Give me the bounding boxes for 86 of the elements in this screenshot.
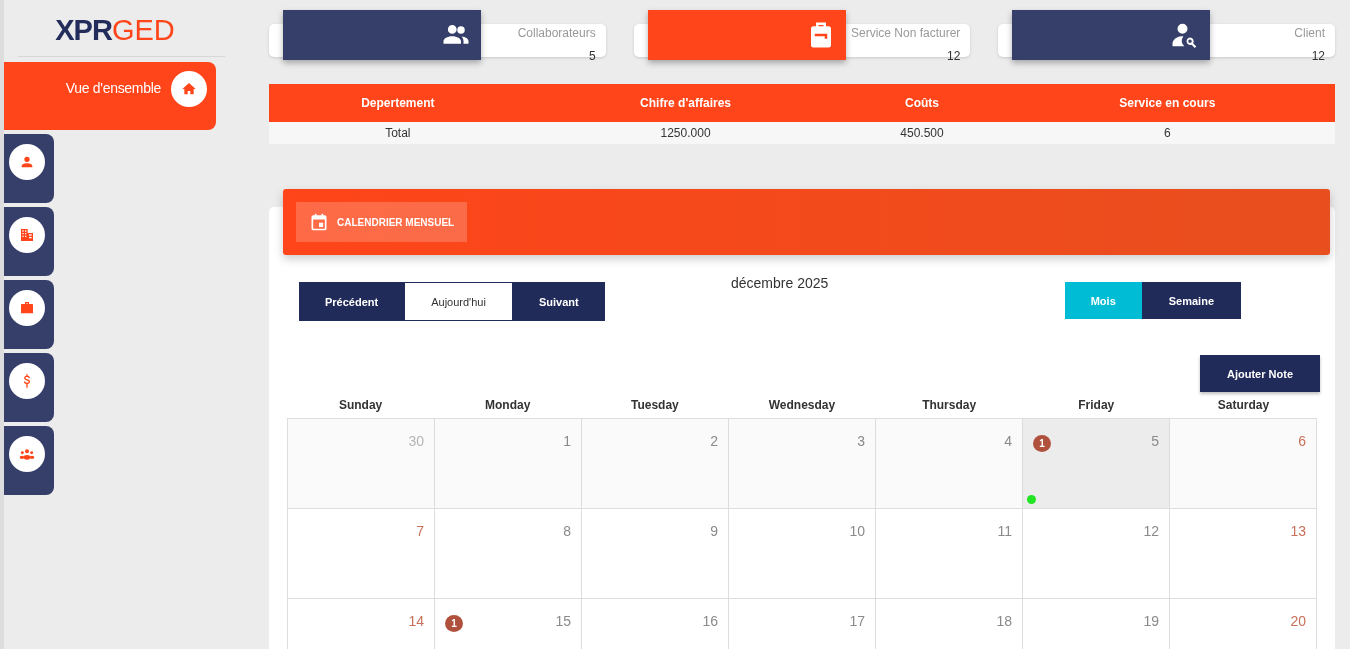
calendar-icon — [309, 212, 329, 232]
table-cell: 6 — [999, 122, 1335, 144]
calendar-day[interactable]: 30 — [288, 419, 435, 509]
day-number: 30 — [408, 433, 424, 451]
weekday-label: Thursday — [921, 398, 978, 414]
table-cell: 450.500 — [844, 122, 1000, 144]
day-number: 10 — [849, 523, 865, 541]
calendar-day[interactable]: 7 — [288, 509, 435, 599]
calendar-nav-button[interactable]: Aujourd'hui — [404, 282, 513, 321]
calendar-title: CALENDRIER MENSUEL — [296, 202, 468, 242]
day-number: 3 — [857, 433, 865, 451]
sidebar-item[interactable]: Vue d'ensemble — [4, 62, 216, 130]
stat-value: 12 — [1311, 49, 1325, 63]
calendar-day[interactable]: 6 — [1170, 419, 1317, 509]
day-number: 13 — [1290, 523, 1306, 541]
calendar-day[interactable]: 1 5 — [1023, 419, 1170, 509]
day-number: 12 — [1143, 523, 1159, 541]
calendar-day[interactable]: 11 — [876, 509, 1023, 599]
calendar-day[interactable]: 13 — [1170, 509, 1317, 599]
day-number: 16 — [702, 613, 718, 631]
day-number: 9 — [710, 523, 718, 541]
calendar-day[interactable]: 14 — [288, 599, 435, 649]
day-number: 14 — [408, 613, 424, 631]
calendar-day[interactable]: 3 — [729, 419, 876, 509]
person-icon — [19, 154, 35, 170]
weekday-label: Tuesday — [629, 398, 680, 414]
month-label: décembre 2025 — [731, 275, 829, 291]
stat-value: 12 — [947, 49, 961, 63]
stat-label: Client — [1294, 26, 1325, 40]
day-number: 4 — [1004, 433, 1012, 451]
event-count-badge: 1 — [1033, 435, 1051, 452]
table-cell: Total — [269, 122, 527, 144]
day-number: 17 — [849, 613, 865, 631]
calendar-day[interactable]: 9 — [582, 509, 729, 599]
day-number: 18 — [996, 613, 1012, 631]
calendar-day[interactable]: 17 — [729, 599, 876, 649]
calendar-day[interactable]: 12 — [1023, 509, 1170, 599]
stat-label: Collaborateurs — [517, 26, 596, 40]
calendar-day[interactable]: 1 15 — [435, 599, 582, 649]
day-number: 8 — [563, 523, 571, 541]
calendar-nav-button[interactable]: Précédent — [299, 282, 405, 321]
briefcase-icon — [19, 300, 35, 316]
day-number: 7 — [416, 523, 424, 541]
day-number: 20 — [1290, 613, 1306, 631]
column-header: Chifre d'affaires — [526, 84, 845, 122]
day-number: 19 — [1143, 613, 1159, 631]
sidebar-item[interactable] — [4, 280, 54, 349]
calendar-nav-button[interactable]: Suivant — [512, 282, 605, 321]
building-icon — [19, 227, 35, 243]
weekday-label: Sunday — [337, 398, 384, 414]
stat-value: 5 — [589, 49, 596, 63]
day-number: 6 — [1298, 433, 1306, 451]
day-number: 2 — [710, 433, 718, 451]
column-header: Coûts — [844, 84, 1000, 122]
weekday-label: Wednesday — [767, 398, 837, 414]
view-button[interactable]: Mois — [1064, 282, 1142, 319]
column-header: Depertement — [269, 84, 527, 122]
calendar-day[interactable]: 8 — [435, 509, 582, 599]
home-icon — [181, 81, 197, 97]
calendar-day[interactable]: 20 — [1170, 599, 1317, 649]
sidebar-item[interactable] — [4, 353, 54, 422]
calendar-day[interactable]: 1 — [435, 419, 582, 509]
table-cell: 1250.000 — [526, 122, 845, 144]
calendar-day[interactable]: 16 — [582, 599, 729, 649]
view-button[interactable]: Semaine — [1141, 282, 1241, 319]
calendar-day[interactable]: 19 — [1023, 599, 1170, 649]
calendar-day[interactable]: 2 — [582, 419, 729, 509]
add-note-button[interactable]: Ajouter Note — [1200, 355, 1320, 392]
event-count-badge: 1 — [445, 615, 463, 632]
stat-label: Service Non facturer — [850, 26, 961, 40]
logo: XPRGED — [55, 14, 175, 47]
calendar-day[interactable]: 4 — [876, 419, 1023, 509]
weekday-label: Saturday — [1216, 398, 1271, 414]
weekday-label: Friday — [1077, 398, 1116, 414]
day-number: 11 — [997, 523, 1012, 541]
sidebar-item[interactable] — [4, 134, 54, 203]
weekday-label: Monday — [484, 398, 532, 414]
group-icon — [19, 446, 35, 462]
day-number: 5 — [1151, 433, 1159, 451]
column-header: Service en cours — [999, 84, 1335, 122]
sidebar-item[interactable] — [4, 426, 54, 495]
day-number: 1 — [563, 433, 571, 451]
sidebar-item[interactable] — [4, 207, 54, 276]
day-number: 15 — [555, 613, 571, 631]
calendar-day[interactable]: 10 — [729, 509, 876, 599]
calendar-day[interactable]: 18 — [876, 599, 1023, 649]
